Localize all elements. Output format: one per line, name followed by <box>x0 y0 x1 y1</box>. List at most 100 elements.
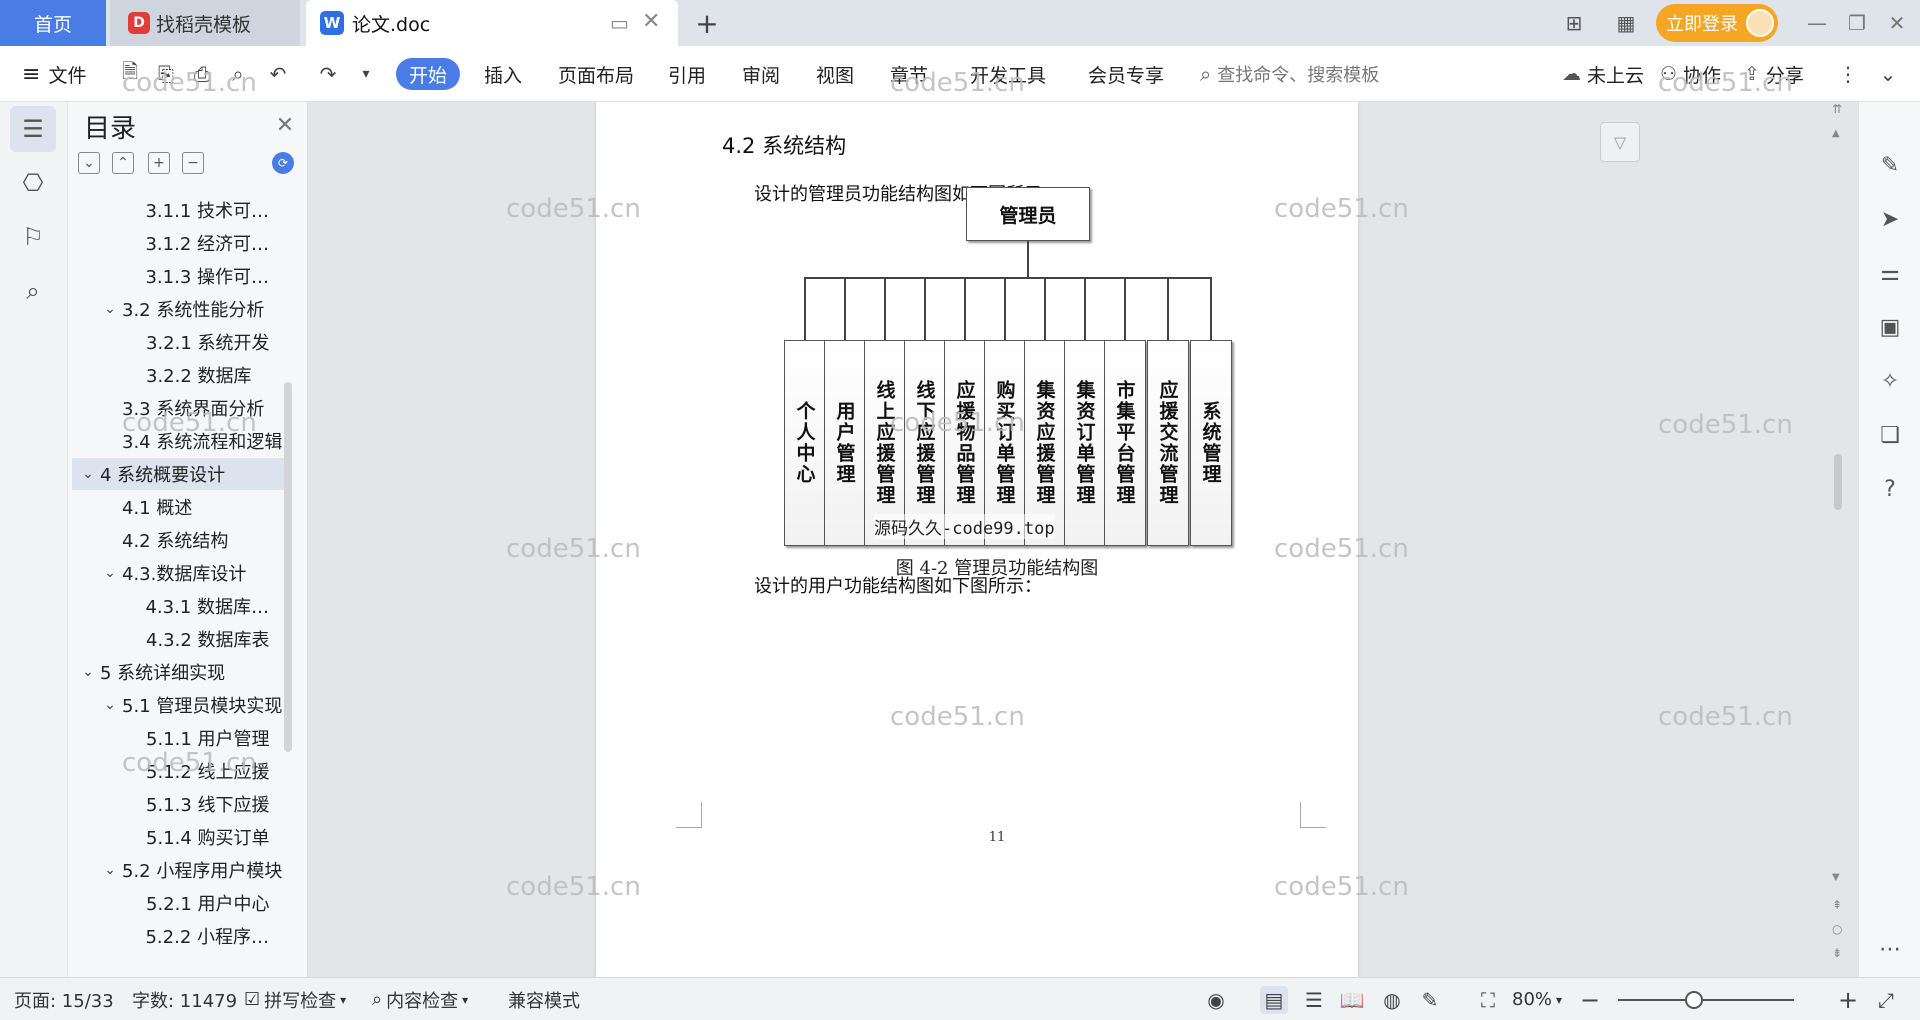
reader-icon[interactable]: ❏ <box>1875 420 1905 450</box>
print-icon[interactable]: ⎙ <box>188 60 216 88</box>
export-icon[interactable]: ⎘ <box>152 60 180 88</box>
scroll-up-icon[interactable]: ▲ <box>1832 128 1840 139</box>
toc-icon[interactable]: ☰ <box>10 106 56 152</box>
minimize-icon[interactable]: — <box>1800 6 1834 40</box>
panel-toggle-icon[interactable]: ▽ <box>1600 122 1640 162</box>
toc-item[interactable]: ⌄ 4.3.数据库设计 <box>72 557 284 589</box>
tab-review[interactable]: 审阅 <box>742 46 780 102</box>
more-tools-icon[interactable]: ⋯ <box>1875 934 1905 964</box>
chevron-down-icon[interactable]: ⌄ <box>98 565 122 581</box>
outline-view-icon[interactable]: ☰ <box>1300 986 1328 1014</box>
zoom-level[interactable]: 80% ▾ <box>1512 978 1562 1020</box>
ai-assistant-icon[interactable]: ✧ <box>1875 366 1905 396</box>
restore-icon[interactable]: ❐ <box>1840 6 1874 40</box>
more-dropdown-icon[interactable]: ▾ <box>352 60 380 88</box>
close-window-icon[interactable]: ✕ <box>1880 6 1914 40</box>
close-icon[interactable]: ✕ <box>270 110 300 140</box>
toc-item[interactable]: 3.1.2 经济可行性 <box>72 227 284 259</box>
scroll-thumb[interactable] <box>1834 454 1842 510</box>
share-button[interactable]: ⇪ 分享 <box>1744 46 1804 102</box>
spell-check-button[interactable]: ☑ 拼写检查 ▾ <box>244 978 346 1020</box>
content-check-button[interactable]: ⌕ 内容检查 ▾ <box>372 978 468 1020</box>
zoom-slider-handle[interactable] <box>1685 991 1703 1009</box>
toc-item[interactable]: 5.1.2 线上应援 <box>72 755 284 787</box>
eye-protection-icon[interactable]: ◉ <box>1202 986 1230 1014</box>
vertical-scrollbar[interactable]: ⇈ ▲ ▼ ⇞ ○ ⇟ <box>1824 102 1848 977</box>
fullscreen-icon[interactable]: ⤢ <box>1872 986 1900 1014</box>
toc-item[interactable]: ⌄ 5 系统详细实现 <box>72 656 284 688</box>
expand-all-icon[interactable]: ⌄ <box>78 152 100 174</box>
toc-scrollbar[interactable] <box>284 382 292 752</box>
page-indicator[interactable]: 页面: 15/33 <box>14 978 114 1020</box>
tab-page-layout[interactable]: 页面布局 <box>558 46 634 102</box>
toc-item[interactable]: 3.2.1 系统开发 <box>72 326 284 358</box>
tab-home[interactable]: 首页 <box>0 0 106 46</box>
toc-item[interactable]: 5.2.1 用户中心 <box>72 887 284 919</box>
sync-icon[interactable]: ⟳ <box>272 152 294 174</box>
tab-chapter[interactable]: 章节 <box>890 46 928 102</box>
page-view-icon[interactable]: ▤ <box>1260 986 1288 1014</box>
toc-item[interactable]: 5.1.4 购买订单 <box>72 821 284 853</box>
toc-item[interactable]: 3.4 系统流程和逻辑 <box>72 425 284 457</box>
zoom-in-icon[interactable]: + <box>1834 986 1862 1014</box>
word-count[interactable]: 字数: 11479 <box>132 978 237 1020</box>
zoom-slider[interactable] <box>1618 999 1794 1001</box>
cursor-icon[interactable]: ➤ <box>1875 204 1905 234</box>
toc-item[interactable]: 5.1.3 线下应援 <box>72 788 284 820</box>
file-menu[interactable]: ≡ 文件 <box>22 46 86 102</box>
toc-item[interactable]: 4.2 系统结构 <box>72 524 284 556</box>
add-heading-icon[interactable]: + <box>148 152 170 174</box>
collapse-all-icon[interactable]: ⌃ <box>112 152 134 174</box>
chevron-down-icon[interactable]: ⌄ <box>98 301 122 317</box>
prev-page-icon[interactable]: ⇞ <box>1832 898 1842 912</box>
toc-item[interactable]: 4.1 概述 <box>72 491 284 523</box>
cloud-status[interactable]: ☁ 未上云 <box>1562 46 1644 102</box>
toc-item[interactable]: ⌄ 5.2 小程序用户模块 <box>72 854 284 886</box>
remove-heading-icon[interactable]: − <box>182 152 204 174</box>
toc-item[interactable]: 3.2.2 数据库 <box>72 359 284 391</box>
apps-grid-icon[interactable]: ▦ <box>1612 9 1640 37</box>
scroll-top-icon[interactable]: ⇈ <box>1832 102 1842 116</box>
tab-developer[interactable]: 开发工具 <box>970 46 1046 102</box>
toc-item[interactable]: ⌄ 5.1 管理员模块实现 <box>72 689 284 721</box>
tab-start[interactable]: 开始 <box>396 58 460 90</box>
help-icon[interactable]: ? <box>1875 474 1905 504</box>
image-tool-icon[interactable]: ▣ <box>1875 312 1905 342</box>
pen-icon[interactable]: ✎ <box>1875 150 1905 180</box>
find-icon[interactable]: ⌕ <box>10 268 56 314</box>
collapse-ribbon-icon[interactable]: ⌄ <box>1874 60 1902 88</box>
toc-item[interactable]: ⌄ 3.2 系统性能分析 <box>72 293 284 325</box>
next-page-icon[interactable]: ⇟ <box>1832 946 1842 960</box>
chevron-down-icon[interactable]: ⌄ <box>76 664 100 680</box>
tab-document[interactable]: W 论文.doc ▭ ✕ <box>306 0 678 46</box>
layout-icon[interactable]: ⊞ <box>1560 9 1588 37</box>
chevron-down-icon[interactable]: ⌄ <box>76 466 100 482</box>
toc-item[interactable]: 5.2.2 小程序首页 <box>72 920 284 952</box>
outline-icon[interactable]: ⎔ <box>10 160 56 206</box>
new-tab-button[interactable]: + <box>690 6 724 40</box>
undo-icon[interactable]: ↶ <box>264 60 292 88</box>
toc-item[interactable]: ⌄ 4 系统概要设计 <box>72 458 284 490</box>
sliders-icon[interactable]: ⚌ <box>1875 258 1905 288</box>
collab-button[interactable]: ⚇ 协作 <box>1660 46 1721 102</box>
tab-member[interactable]: 会员专享 <box>1088 46 1164 102</box>
toc-item[interactable]: 3.3 系统界面分析 <box>72 392 284 424</box>
close-tab-icon[interactable]: ✕ <box>642 9 660 34</box>
chevron-down-icon[interactable]: ⌄ <box>98 862 122 878</box>
toc-item[interactable]: 5.1.1 用户管理 <box>72 722 284 754</box>
write-view-icon[interactable]: ✎ <box>1416 986 1444 1014</box>
command-search[interactable]: ⌕ 查找命令、搜索模板 <box>1200 46 1379 102</box>
chevron-down-icon[interactable]: ⌄ <box>98 697 122 713</box>
read-view-icon[interactable]: 📖 <box>1338 986 1366 1014</box>
fit-page-icon[interactable]: ⛶ <box>1474 986 1502 1014</box>
toc-item[interactable]: 4.3.2 数据库表 <box>72 623 284 655</box>
print-preview-icon[interactable]: ⌕ <box>224 60 252 88</box>
save-icon[interactable]: 🗎 <box>116 59 144 88</box>
scroll-down-icon[interactable]: ▼ <box>1832 872 1840 883</box>
web-view-icon[interactable]: ◍ <box>1378 986 1406 1014</box>
toc-item[interactable]: 3.1.3 操作可行性 <box>72 260 284 292</box>
login-button[interactable]: 立即登录 <box>1656 4 1778 42</box>
toc-item[interactable]: 4.3.1 数据库实体 <box>72 590 284 622</box>
redo-icon[interactable]: ↷ <box>314 60 342 88</box>
more-icon[interactable]: ⋮ <box>1834 60 1862 88</box>
